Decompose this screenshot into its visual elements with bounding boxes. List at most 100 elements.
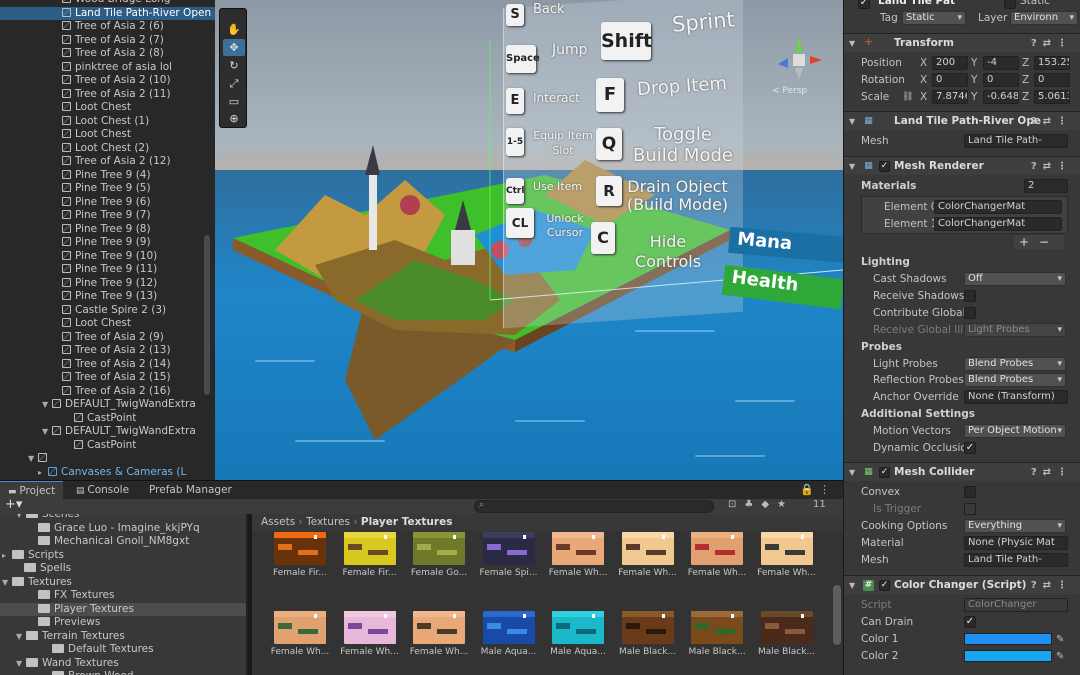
texture-label[interactable]: Female Wh... [264, 647, 336, 657]
color1-swatch[interactable] [964, 633, 1052, 645]
move-tool-icon[interactable]: ✥ [223, 39, 245, 56]
add-remove-buttons[interactable]: +− [1014, 235, 1064, 249]
hierarchy-item[interactable]: Tree of Asia 2 (16) [0, 385, 215, 399]
hierarchy-item[interactable]: Loot Chest (1) [0, 115, 215, 129]
physic-material-field[interactable]: None (Physic Mat [964, 536, 1068, 550]
meshrenderer-header[interactable]: ▼ ▦ ✓ Mesh Renderer ?⇄⋮ [844, 156, 1080, 175]
create-plus-icon[interactable]: +▾ [5, 497, 22, 512]
dynamic-occlusion-checkbox[interactable]: ✓ [964, 442, 976, 454]
rotation-x[interactable]: 0 [932, 73, 968, 87]
tag-dropdown[interactable]: Static [902, 11, 966, 25]
folder-item[interactable]: Default Textures [0, 643, 248, 657]
scale-y[interactable]: -0.648 [983, 90, 1019, 104]
hierarchy-item[interactable]: Tree of Asia 2 (6) [0, 20, 215, 34]
hierarchy-item[interactable]: Pine Tree 9 (7) [0, 209, 215, 223]
additional-settings-label[interactable]: Additional Settings [861, 406, 975, 423]
component-tools-icon[interactable]: ?⇄⋮ [1031, 112, 1073, 131]
meshcollider-header[interactable]: ▼ ▦ ✓ Mesh Collider ?⇄⋮ [844, 462, 1080, 481]
element-0-field[interactable]: ColorChangerMat [934, 200, 1062, 214]
texture-label[interactable]: Female Wh... [403, 647, 475, 657]
filter-icons[interactable]: ⊡♣◆★ [728, 499, 794, 510]
mesh-field[interactable]: Land Tile Path- [964, 134, 1068, 148]
colorchanger-enabled-checkbox[interactable]: ✓ [879, 580, 890, 591]
transform-header[interactable]: ▼ ✛ Transform ?⇄⋮ [844, 33, 1080, 52]
materials-count[interactable]: 2 [1024, 179, 1068, 193]
colorchanger-header[interactable]: ▼ # ✓ Color Changer (Script) ?⇄⋮ [844, 575, 1080, 594]
scene-view[interactable]: S Back Space Jump Shift Sprint E Interac… [215, 0, 843, 480]
expand-arrow-icon[interactable]: ▸ [2, 549, 12, 563]
hierarchy-item[interactable]: Tree of Asia 2 (10) [0, 74, 215, 88]
hand-tool-icon[interactable]: ✋ [223, 21, 245, 38]
element-1-field[interactable]: ColorChangerMat [934, 217, 1062, 231]
expand-arrow-icon[interactable]: ▸ [38, 466, 48, 480]
hierarchy-item[interactable]: ▸ Canvases & Cameras (L [0, 466, 215, 480]
eyedropper-icon[interactable]: ✎ [1056, 648, 1064, 665]
hierarchy-item[interactable]: Pine Tree 9 (9) [0, 236, 215, 250]
rotate-tool-icon[interactable]: ↻ [223, 57, 245, 74]
component-tools-icon[interactable]: ?⇄⋮ [1031, 463, 1073, 482]
texture-thumbnail[interactable] [343, 532, 396, 565]
hierarchy-item[interactable]: Pine Tree 9 (5) [0, 182, 215, 196]
folder-item[interactable]: Player Textures [0, 602, 248, 616]
scale-tool-icon[interactable]: ⤢ [223, 75, 245, 92]
rect-tool-icon[interactable]: ▭ [223, 93, 245, 110]
hierarchy-item[interactable]: Tree of Asia 2 (13) [0, 344, 215, 358]
expand-arrow-icon[interactable]: ▼ [16, 630, 26, 644]
hierarchy-item[interactable]: Pine Tree 9 (6) [0, 196, 215, 210]
breadcrumb-textures[interactable]: Textures [306, 516, 350, 528]
fold-arrow-icon[interactable]: ▼ [849, 576, 855, 595]
materials-label[interactable]: Materials [861, 178, 916, 195]
breadcrumb-assets[interactable]: Assets [261, 516, 295, 528]
fold-arrow-icon[interactable]: ▼ [849, 463, 855, 482]
hierarchy-item[interactable]: Pine Tree 9 (10) [0, 250, 215, 264]
texture-label[interactable]: Male Black... [612, 647, 684, 657]
texture-label[interactable]: Female Wh... [751, 568, 823, 578]
hierarchy-item[interactable]: Tree of Asia 2 (8) [0, 47, 215, 61]
meshcollider-enabled-checkbox[interactable]: ✓ [879, 467, 890, 478]
hierarchy-item[interactable]: Loot Chest [0, 317, 215, 331]
texture-label[interactable]: Female Spi... [473, 568, 545, 578]
hierarchy-item[interactable]: CastPoint [0, 412, 215, 426]
texture-thumbnail[interactable] [482, 611, 535, 644]
position-x[interactable]: 200 [932, 56, 968, 70]
lighting-label[interactable]: Lighting [861, 254, 910, 271]
folder-item[interactable]: FX Textures [0, 589, 248, 603]
cooking-options-dropdown[interactable]: Everything [964, 519, 1066, 533]
hierarchy-scrollbar[interactable] [204, 235, 210, 395]
expand-arrow-icon[interactable]: ▼ [16, 657, 26, 671]
texture-thumbnail[interactable] [482, 532, 535, 565]
tab-console[interactable]: ▤ Console [68, 481, 137, 500]
texture-thumbnail[interactable] [552, 532, 604, 565]
cast-shadows-dropdown[interactable]: Off [964, 272, 1066, 286]
texture-label[interactable]: Male Black... [681, 647, 753, 657]
component-tools-icon[interactable]: ?⇄⋮ [1031, 576, 1073, 595]
meshrenderer-enabled-checkbox[interactable]: ✓ [879, 161, 890, 172]
hierarchy-item[interactable]: pinktree of asia lol [0, 61, 215, 75]
texture-label[interactable]: Male Aqua... [542, 647, 614, 657]
texture-label[interactable]: Male Black... [751, 647, 823, 657]
texture-thumbnail[interactable] [621, 532, 674, 565]
hierarchy-item[interactable]: Tree of Asia 2 (7) [0, 34, 215, 48]
expand-arrow-icon[interactable]: ▼ [2, 576, 12, 590]
collider-mesh-field[interactable]: Land Tile Path- [964, 553, 1068, 567]
texture-thumbnail[interactable] [413, 611, 465, 644]
folder-item[interactable]: ▼ Terrain Textures [0, 630, 248, 644]
folder-item[interactable]: ▸ Scripts [0, 549, 248, 563]
light-probes-dropdown[interactable]: Blend Probes [964, 357, 1066, 371]
rotation-z[interactable]: 0 [1034, 73, 1070, 87]
texture-label[interactable]: Female Fir... [334, 568, 406, 578]
hierarchy-item[interactable]: ▼ [0, 452, 215, 466]
active-checkbox[interactable]: ✓ [858, 0, 870, 9]
component-tools-icon[interactable]: ?⇄⋮ [1031, 34, 1073, 53]
link-icon[interactable]: ⛓ [902, 89, 913, 106]
texture-label[interactable]: Female Wh... [681, 568, 753, 578]
contribute-gi-checkbox[interactable] [964, 307, 976, 319]
tab-prefab-manager[interactable]: Prefab Manager [141, 481, 240, 500]
hierarchy-item[interactable]: Tree of Asia 2 (15) [0, 371, 215, 385]
hierarchy-item[interactable]: Castle Spire 2 (3) [0, 304, 215, 318]
folder-item[interactable]: ▼ Textures [0, 576, 248, 590]
texture-thumbnail[interactable] [691, 611, 743, 644]
expand-arrow-icon[interactable]: ▼ [42, 425, 52, 439]
panel-menu-icon[interactable]: 🔒⋮ [800, 483, 835, 496]
texture-thumbnail[interactable] [760, 532, 813, 565]
